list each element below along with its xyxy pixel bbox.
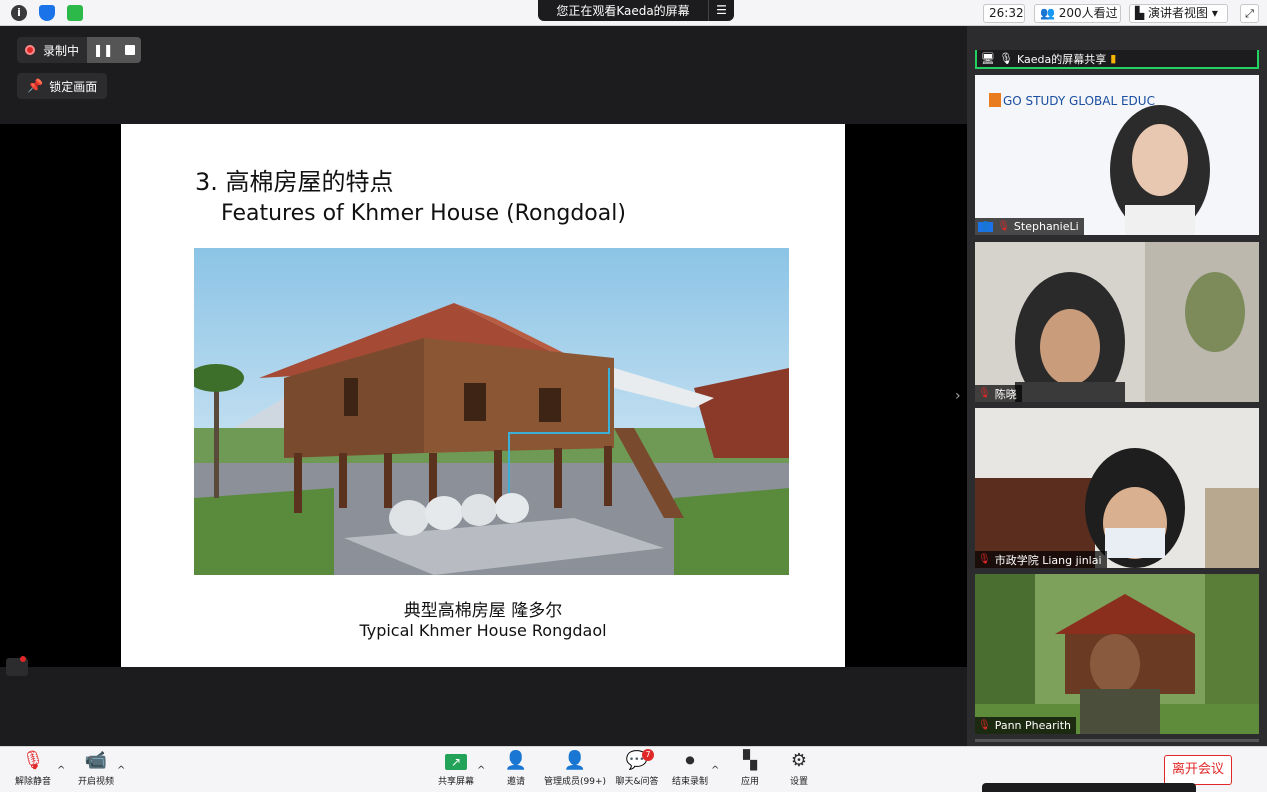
start-video-label: 开启视频 [77,777,114,787]
bottom-overlay [982,783,1196,792]
screen-share-icon: 🖥 [981,52,995,65]
slide-caption-chinese: 典型高棉房屋 隆多尔 [403,601,563,621]
view-mode-dropdown[interactable]: ▙ 演讲者视图 ▾ [1129,4,1228,23]
participants-button[interactable]: 👤 管理成员(99+) [543,750,607,788]
meeting-timer: 26:32 [983,4,1025,23]
people-icon: 👥 [1040,6,1059,20]
lock-screen-button[interactable]: 📌 锁定画面 [17,73,108,99]
recording-status: 录制中 [43,43,80,58]
stop-icon[interactable] [125,45,136,55]
participant-name-label: 👤 🎙 StephanieLi [975,218,1084,235]
recording-controls: ❚❚ [87,37,142,63]
share-screen-icon: ↗ [445,754,467,770]
user-icon: 👤 [978,221,994,232]
participant-name: 市政学院 Liang jinlai [994,553,1102,567]
participants-label: 管理成员(99+) [543,777,607,787]
share-label-text: Kaeda的屏幕共享 [1016,52,1107,66]
participant-name-label: 🎙 Pann Phearith [975,717,1076,734]
apps-button[interactable]: ▚ 应用 [735,750,765,788]
participant-name-label: 🎙 陈晓 [975,385,1022,402]
chevron-up-icon[interactable]: ^ [117,765,125,776]
mic-off-icon: 🎙 [978,720,991,731]
recording-panel: 录制中 ❚❚ [17,37,142,63]
participant-gallery: › 🖥 🎙 Kaeda的屏幕共享 ▮ GO STUDY GLOBAL EDUC … [955,26,1267,746]
viewer-count[interactable]: 👥 200人看过 [1034,4,1121,23]
viewing-banner[interactable]: 您正在观看Kaeda的屏幕 ☰ [538,0,734,21]
slide-subtitle: Features of Khmer House (Rongdoal) [221,201,626,226]
mic-off-icon: 🎙 [978,554,991,565]
shield-icon[interactable] [39,5,55,21]
participant-name: Pann Phearith [994,719,1071,732]
add-user-icon: 👤 [504,750,528,771]
fullscreen-icon[interactable]: ⤢ [1240,4,1259,23]
participant-name-label: 🎙 市政学院 Liang jinlai [975,551,1107,568]
share-label: 🖥 🎙 Kaeda的屏幕共享 ▮ [975,50,1259,69]
presentation-slide: 3. 高棉房屋的特点 Features of Khmer House (Rong… [121,124,845,667]
view-mode-label: 演讲者视图 [1148,6,1209,20]
viewing-banner-text: 您正在观看Kaeda的屏幕 [556,4,690,18]
video-tile[interactable]: GO STUDY GLOBAL EDUC 👤 🎙 StephanieLi [975,75,1259,235]
participant-name: 陈晓 [994,387,1017,401]
chevron-right-icon[interactable]: › [955,388,965,404]
lock-screen-label: 锁定画面 [49,79,98,94]
chat-badge: 7 [642,749,654,761]
video-tile[interactable]: 🎙 Pann Phearith [975,574,1259,734]
info-icon[interactable]: i [11,5,27,21]
recording-indicator: 录制中 [17,37,87,63]
participant-name: StephanieLi [1013,220,1079,233]
mic-off-icon: 🎙 [21,750,45,771]
annotate-icon[interactable] [6,656,28,676]
video-off-icon: 📹 [84,750,108,771]
leave-meeting-button[interactable]: 离开会议 [1164,755,1232,785]
logo-text: GO STUDY GLOBAL EDUC [1003,94,1155,108]
pause-icon[interactable]: ❚❚ [93,43,113,57]
invite-button[interactable]: 👤 邀请 [500,750,532,788]
notification-dot [20,656,26,662]
screen-share-area: 录制中 ❚❚ 📌 锁定画面 3. 高棉房屋的特点 Features of Khm… [0,26,967,746]
signal-strength-icon: ▮ [1110,52,1117,65]
pin-icon: 📌 [27,78,44,94]
mic-off-icon: 🎙 [997,221,1010,232]
gear-icon: ⚙ [790,750,808,771]
slide-title: 3. 高棉房屋的特点 [195,168,394,196]
start-video-button[interactable]: 📹 开启视频 [76,750,116,788]
gallery-scrollbar[interactable] [975,739,1259,742]
end-recording-button[interactable]: ⏺ 结束录制 [670,750,710,788]
unmute-label: 解除静音 [14,777,51,787]
menu-icon[interactable]: ☰ [708,0,734,21]
settings-button[interactable]: ⚙ 设置 [784,750,814,788]
chevron-up-icon[interactable]: ^ [477,765,485,776]
viewer-count-label: 200人看过 [1058,6,1118,20]
khmer-house-image [194,248,789,575]
video-tile[interactable]: 🎙 陈晓 [975,242,1259,402]
slide-caption-english: Typical Khmer House Rongdaol [359,621,607,640]
chat-qa-label: 聊天&问答 [615,777,659,787]
layout-icon: ▙ [1135,6,1149,20]
invite-label: 邀请 [506,777,525,787]
chevron-up-icon[interactable]: ^ [711,765,719,776]
chevron-up-icon[interactable]: ^ [57,765,65,776]
chevron-down-icon: ▾ [1208,6,1218,20]
settings-label: 设置 [789,777,808,787]
record-stop-icon: ⏺ [685,750,695,771]
share-screen-button[interactable]: ↗ 共享屏幕 [436,751,476,787]
top-bar: i 您正在观看Kaeda的屏幕 ☰ 26:32 👥 200人看过 ▙ 演讲者视图… [0,0,1267,26]
signal-icon[interactable] [67,5,83,21]
share-screen-label: 共享屏幕 [437,777,474,787]
participants-icon: 👤 [563,750,587,771]
end-recording-label: 结束录制 [671,777,708,787]
video-tile[interactable]: 🎙 市政学院 Liang jinlai [975,408,1259,568]
mic-off-icon: 🎙 [978,388,991,399]
apps-icon: ▚ [743,750,757,771]
mic-icon: 🎙 [998,52,1013,65]
apps-label: 应用 [740,777,759,787]
chat-qa-button[interactable]: 💬 7 聊天&问答 [614,749,660,787]
unmute-button[interactable]: 🎙 解除静音 [12,750,54,788]
record-dot-icon [25,45,35,55]
